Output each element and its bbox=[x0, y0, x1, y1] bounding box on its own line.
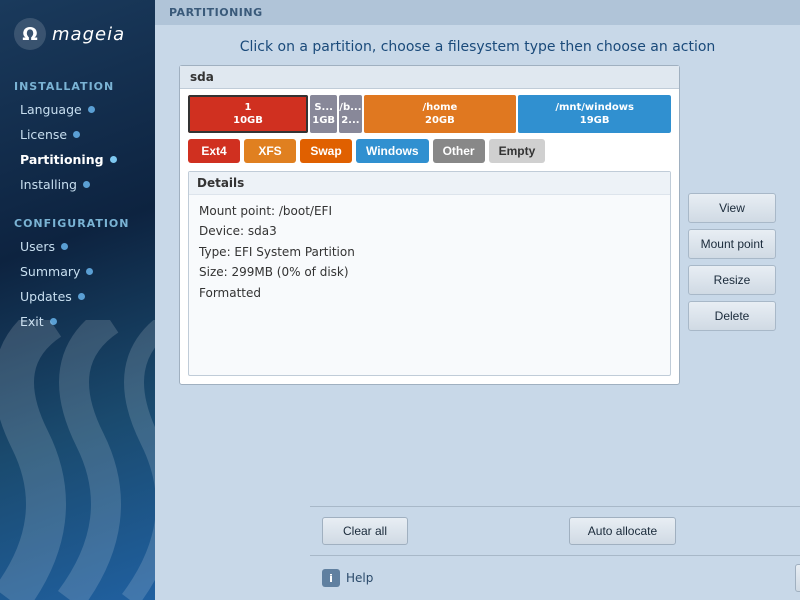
sidebar-item-updates[interactable]: Updates bbox=[0, 284, 155, 309]
installation-label: INSTALLATION bbox=[0, 76, 155, 97]
configuration-section: CONFIGURATION Users Summary Updates Exit bbox=[0, 213, 155, 334]
sidebar-item-label: Language bbox=[20, 102, 82, 117]
fs-ext4-button[interactable]: Ext4 bbox=[188, 139, 240, 163]
details-title: Details bbox=[189, 172, 670, 195]
partition-bar: 1 10GB S... 1GB /b... 2... /home 20GB /m… bbox=[188, 95, 671, 133]
logo-text: mageia bbox=[52, 24, 125, 45]
sidebar-item-label: Summary bbox=[20, 264, 80, 279]
fs-xfs-button[interactable]: XFS bbox=[244, 139, 296, 163]
auto-allocate-button[interactable]: Auto allocate bbox=[569, 517, 676, 545]
view-button[interactable]: View bbox=[688, 193, 776, 223]
instruction-text: Click on a partition, choose a filesyste… bbox=[155, 25, 800, 65]
detail-line-3: Type: EFI System Partition bbox=[199, 242, 660, 262]
detail-line-1: Mount point: /boot/EFI bbox=[199, 201, 660, 221]
help-button[interactable]: Help bbox=[346, 571, 373, 585]
bottom-actions: Clear all Auto allocate Expert mode bbox=[310, 507, 800, 556]
partition-seg-5[interactable]: /mnt/windows 19GB bbox=[518, 95, 671, 133]
section-header: PARTITIONING bbox=[155, 0, 800, 25]
sidebar-item-label: License bbox=[20, 127, 67, 142]
sidebar-item-dot bbox=[83, 181, 90, 188]
bottom-bar: Clear all Auto allocate Expert mode i He… bbox=[310, 506, 800, 600]
logo-icon: Ω bbox=[14, 18, 46, 50]
sidebar-item-label: Users bbox=[20, 239, 55, 254]
sidebar-item-dot bbox=[88, 106, 95, 113]
clear-all-button[interactable]: Clear all bbox=[322, 517, 408, 545]
sidebar-item-language[interactable]: Language bbox=[0, 97, 155, 122]
detail-line-4: Size: 299MB (0% of disk) bbox=[199, 262, 660, 282]
help-row: i Help More Done bbox=[310, 556, 800, 600]
main-panel: PARTITIONING Click on a partition, choos… bbox=[155, 0, 800, 600]
bottom-right-buttons: More Done bbox=[795, 564, 800, 592]
sidebar-item-dot bbox=[110, 156, 117, 163]
resize-button[interactable]: Resize bbox=[688, 265, 776, 295]
sidebar-item-installing[interactable]: Installing bbox=[0, 172, 155, 197]
help-icon: i bbox=[322, 569, 340, 587]
partition-panel: sda 1 10GB S... 1GB /b... 2... /home 20G… bbox=[179, 65, 680, 385]
configuration-label: CONFIGURATION bbox=[0, 213, 155, 234]
fs-swap-button[interactable]: Swap bbox=[300, 139, 352, 163]
sidebar-item-license[interactable]: License bbox=[0, 122, 155, 147]
action-buttons: View Mount point Resize Delete bbox=[688, 193, 776, 513]
sidebar-item-partitioning[interactable]: Partitioning bbox=[0, 147, 155, 172]
disk-label: sda bbox=[180, 66, 679, 89]
mount-point-button[interactable]: Mount point bbox=[688, 229, 776, 259]
detail-line-2: Device: sda3 bbox=[199, 221, 660, 241]
more-button[interactable]: More bbox=[795, 564, 800, 592]
sidebar-item-label: Partitioning bbox=[20, 152, 104, 167]
details-content: Mount point: /boot/EFI Device: sda3 Type… bbox=[189, 195, 670, 375]
partition-seg-2[interactable]: S... 1GB bbox=[310, 95, 337, 133]
partition-seg-4[interactable]: /home 20GB bbox=[364, 95, 517, 133]
filesystem-row: Ext4 XFS Swap Windows Other Empty bbox=[188, 139, 671, 163]
partition-seg-1[interactable]: 1 10GB bbox=[188, 95, 308, 133]
fs-other-button[interactable]: Other bbox=[433, 139, 485, 163]
sidebar-item-dot bbox=[86, 268, 93, 275]
sidebar-item-label: Updates bbox=[20, 289, 72, 304]
details-section: Details Mount point: /boot/EFI Device: s… bbox=[188, 171, 671, 376]
sidebar-item-summary[interactable]: Summary bbox=[0, 259, 155, 284]
fs-windows-button[interactable]: Windows bbox=[356, 139, 429, 163]
sidebar-item-dot bbox=[78, 293, 85, 300]
app-logo: Ω mageia bbox=[0, 0, 155, 60]
sidebar-item-users[interactable]: Users bbox=[0, 234, 155, 259]
sidebar-item-label: Installing bbox=[20, 177, 77, 192]
detail-line-5: Formatted bbox=[199, 283, 660, 303]
installation-section: INSTALLATION Language License Partitioni… bbox=[0, 76, 155, 197]
partition-seg-3[interactable]: /b... 2... bbox=[339, 95, 361, 133]
sidebar-decoration bbox=[0, 320, 155, 600]
sidebar-item-dot bbox=[61, 243, 68, 250]
sidebar-item-dot bbox=[73, 131, 80, 138]
delete-button[interactable]: Delete bbox=[688, 301, 776, 331]
fs-empty-button[interactable]: Empty bbox=[489, 139, 546, 163]
sidebar: Ω mageia INSTALLATION Language License P… bbox=[0, 0, 155, 600]
